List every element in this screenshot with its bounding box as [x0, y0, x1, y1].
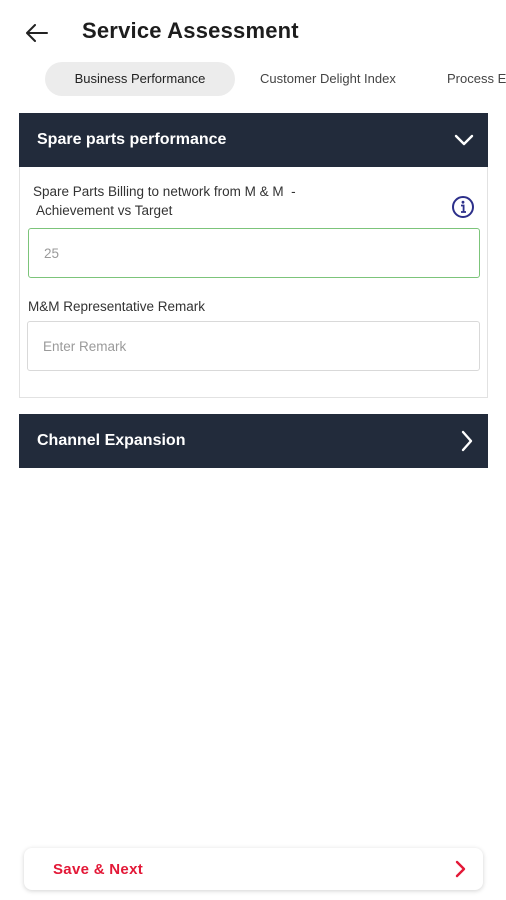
tab-customer-delight-index[interactable]: Customer Delight Index [260, 62, 396, 96]
info-button[interactable] [451, 195, 475, 219]
tab-process-excellence[interactable]: Process Ex [447, 62, 506, 96]
section-channel-expansion: Channel Expansion [19, 414, 488, 468]
chevron-right-icon [461, 430, 473, 452]
section-header-spare-parts[interactable]: Spare parts performance [19, 113, 488, 167]
section-title: Spare parts performance [37, 131, 227, 148]
remark-placeholder: Enter Remark [43, 338, 127, 354]
tab-bar: Business Performance Customer Delight In… [0, 62, 506, 98]
back-button[interactable] [22, 18, 52, 48]
section-header-channel-expansion[interactable]: Channel Expansion [19, 414, 488, 468]
billing-input-value: 25 [44, 245, 60, 261]
app-header: Service Assessment [0, 0, 506, 62]
chevron-right-icon [455, 860, 466, 878]
save-next-button[interactable]: Save & Next [24, 848, 483, 890]
remark-input[interactable]: Enter Remark [27, 321, 480, 371]
page-title: Service Assessment [82, 18, 299, 43]
billing-field-label: Spare Parts Billing to network from M & … [33, 182, 296, 220]
save-next-label: Save & Next [53, 860, 144, 878]
remark-label: M&M Representative Remark [28, 299, 206, 314]
billing-label-line-1: Spare Parts Billing to network from M & … [33, 184, 296, 199]
billing-achievement-input[interactable]: 25 [28, 228, 480, 278]
chevron-down-icon [454, 134, 474, 146]
arrow-left-icon [26, 24, 48, 42]
tab-business-performance[interactable]: Business Performance [45, 62, 235, 96]
info-icon [452, 196, 474, 218]
section-title: Channel Expansion [37, 432, 186, 449]
billing-label-line-2: Achievement vs Target [33, 203, 173, 218]
